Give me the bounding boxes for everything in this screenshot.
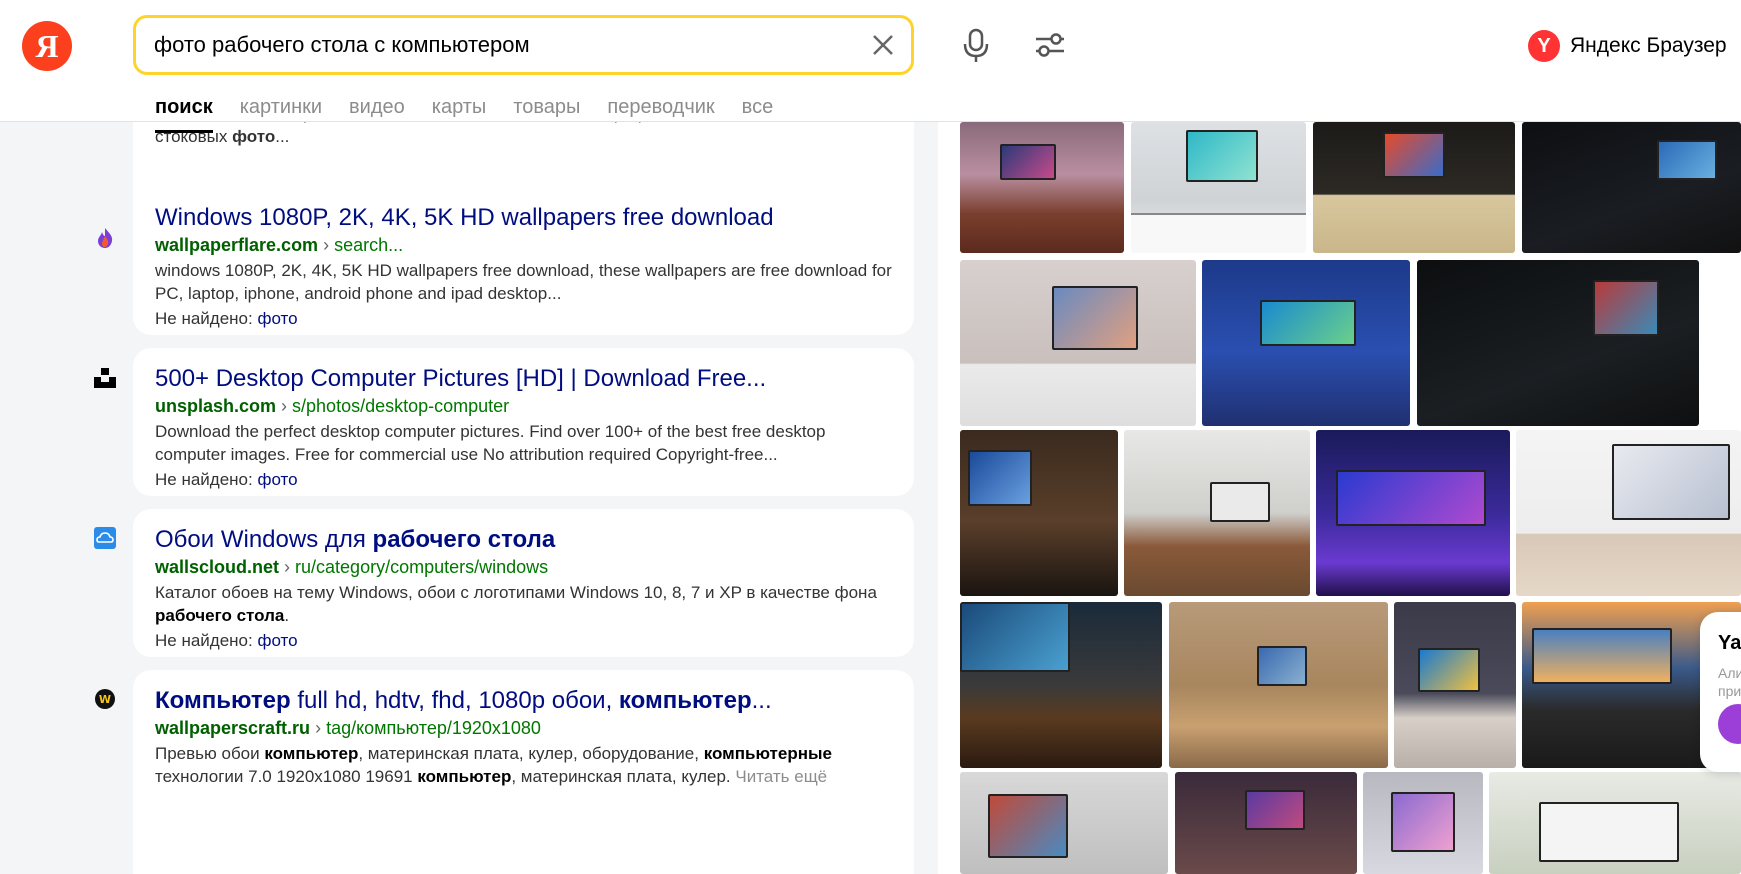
path-separator-icon: › xyxy=(323,235,330,255)
svg-text:W: W xyxy=(99,693,111,706)
image-thumbnail[interactable] xyxy=(1131,122,1306,253)
not-found-line: Не найдено: фото xyxy=(155,470,298,489)
unsplash-favicon-icon xyxy=(94,367,116,389)
search-box[interactable] xyxy=(133,15,914,75)
result-card: Windows 1080P, 2K, 4K, 5K HD wallpapers … xyxy=(133,187,914,335)
image-thumbnail[interactable] xyxy=(1417,260,1699,426)
yandex-browser-logo-icon: Y xyxy=(1528,30,1560,62)
result-title-link[interactable]: Обои Windows для рабочего стола xyxy=(155,525,892,555)
image-thumbnail[interactable] xyxy=(1169,602,1388,768)
read-more-link[interactable]: Читать ещё xyxy=(735,767,827,786)
image-thumbnail[interactable] xyxy=(1489,772,1741,874)
image-thumbnail[interactable] xyxy=(960,122,1124,253)
result-domain[interactable]: wallpaperscraft.ru xyxy=(155,718,310,738)
image-thumbnail[interactable] xyxy=(1313,122,1515,253)
result-domain[interactable]: wallscloud.net xyxy=(155,557,279,577)
not-found-line: Не найдено: фото xyxy=(155,309,298,328)
image-thumbnail[interactable] xyxy=(1316,430,1510,596)
side-widget-title: Ya xyxy=(1718,632,1741,654)
result-domain[interactable]: wallpaperflare.com xyxy=(155,235,318,255)
tab-search[interactable]: поиск xyxy=(155,96,213,133)
not-found-link[interactable]: фото xyxy=(257,470,297,489)
result-title-link[interactable]: Windows 1080P, 2K, 4K, 5K HD wallpapers … xyxy=(155,203,892,233)
path-separator-icon: › xyxy=(315,718,322,738)
side-widget-text: Али при xyxy=(1718,665,1741,699)
image-thumbnail[interactable] xyxy=(960,602,1162,768)
result-card: 500+ Desktop Computer Pictures [HD] | Do… xyxy=(133,348,914,496)
side-widget[interactable]: Ya Али при xyxy=(1700,612,1741,772)
result-title-link[interactable]: Компьютер full hd, hdtv, fhd, 1080p обои… xyxy=(155,686,892,716)
result-card: Обои Windows для рабочего стола wallsclo… xyxy=(133,509,914,657)
image-thumbnail[interactable] xyxy=(1394,602,1516,768)
search-input[interactable] xyxy=(154,18,834,72)
result-path[interactable]: wallpaperflare.com › search... xyxy=(155,233,892,257)
path-separator-icon: › xyxy=(281,396,288,416)
image-thumbnail[interactable] xyxy=(960,772,1168,874)
result-path-segment[interactable]: ru/category/computers/windows xyxy=(295,557,548,577)
image-thumbnail[interactable] xyxy=(1124,430,1310,596)
flame-favicon-icon xyxy=(94,227,116,249)
result-path-segment[interactable]: s/photos/desktop-computer xyxy=(292,396,509,416)
image-thumbnail[interactable] xyxy=(1175,772,1357,874)
result-domain[interactable]: unsplash.com xyxy=(155,396,276,416)
result-path-segment[interactable]: search... xyxy=(334,235,403,255)
microphone-icon[interactable] xyxy=(961,28,991,64)
tab-all[interactable]: все xyxy=(742,96,774,122)
result-card: Компьютер full hd, hdtv, fhd, 1080p обои… xyxy=(133,670,914,874)
yandex-browser-link[interactable]: Y Яндекс Браузер xyxy=(1528,29,1727,63)
image-thumbnail[interactable] xyxy=(960,260,1196,426)
tab-products[interactable]: товары xyxy=(513,96,580,122)
filters-icon[interactable] xyxy=(1034,30,1066,60)
image-thumbnail[interactable] xyxy=(1522,122,1741,253)
image-thumbnail[interactable] xyxy=(1516,430,1741,596)
result-snippet: Превью обои компьютер, материнская плата… xyxy=(155,744,832,786)
image-results-panel xyxy=(938,122,1741,874)
clear-icon[interactable] xyxy=(869,31,897,59)
result-path[interactable]: wallpaperscraft.ru › tag/компьютер/1920x10… xyxy=(155,716,892,740)
result-path[interactable]: wallscloud.net › ru/category/computers/win… xyxy=(155,555,892,579)
cloud-favicon-icon xyxy=(94,527,116,549)
result-snippet: windows 1080P, 2K, 4K, 5K HD wallpapers … xyxy=(155,261,892,303)
image-thumbnail[interactable] xyxy=(1363,772,1483,874)
image-thumbnail[interactable] xyxy=(960,430,1118,596)
result-snippet: Download the perfect desktop computer pi… xyxy=(155,422,826,464)
search-tabs: поиск картинки видео карты товары перево… xyxy=(155,96,774,133)
result-snippet: Каталог обоев на тему Windows, обои с ло… xyxy=(155,583,877,625)
result-title-link[interactable]: 500+ Desktop Computer Pictures [HD] | Do… xyxy=(155,364,892,394)
path-separator-icon: › xyxy=(284,557,291,577)
alice-icon xyxy=(1718,704,1741,744)
tab-video[interactable]: видео xyxy=(349,96,405,122)
image-thumbnail[interactable] xyxy=(1202,260,1410,426)
not-found-link[interactable]: фото xyxy=(257,309,297,328)
tab-images[interactable]: картинки xyxy=(240,96,322,122)
header: Я Y Яндекс Браузер поиск картинки видео … xyxy=(0,0,1741,133)
result-path-segment[interactable]: tag/компьютер/1920x1080 xyxy=(326,718,541,738)
yandex-logo[interactable]: Я xyxy=(22,21,72,71)
result-path[interactable]: unsplash.com › s/photos/desktop-computer xyxy=(155,394,892,418)
tab-maps[interactable]: карты xyxy=(432,96,487,122)
tab-translator[interactable]: переводчик xyxy=(607,96,714,122)
not-found-line: Не найдено: фото xyxy=(155,631,298,650)
result-snippet: Бесплатное коммерческое использование Ка… xyxy=(155,122,834,146)
results-list: Бесплатное коммерческое использование Ка… xyxy=(0,122,935,874)
yandex-browser-label: Яндекс Браузер xyxy=(1570,34,1727,57)
wallpaperscraft-favicon-icon: W xyxy=(94,688,116,710)
not-found-link[interactable]: фото xyxy=(257,631,297,650)
